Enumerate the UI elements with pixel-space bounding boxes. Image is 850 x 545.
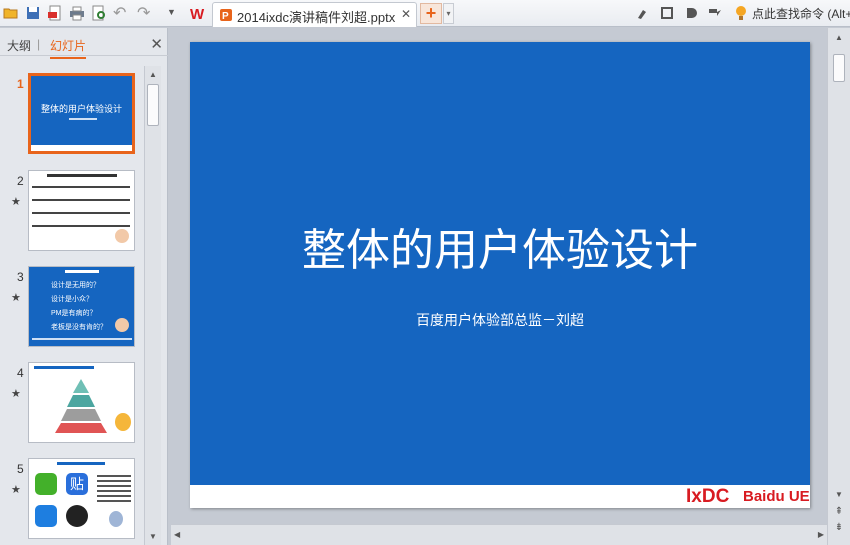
scrollbar-thumb[interactable] [833,54,845,82]
bubble-app-icon [66,505,88,527]
slide-footer: IxDC Baidu UE [190,485,810,508]
scroll-up-icon[interactable]: ▲ [145,70,161,79]
share-icon[interactable] [707,5,723,21]
svg-text:P: P [222,11,229,22]
slide-thumbnail-row-3[interactable]: 3 ★ 设计是无用的？ 设计是小众？ PM是有病的？ 老板是没有肯的？ [0,266,145,348]
slide-thumbnail-row-5[interactable]: 5 ★ 贴 [0,458,145,540]
thumbnail-footer [31,145,132,151]
tab-separator: | [37,37,41,51]
thumbnail-text: 设计是无用的？ [51,282,100,289]
thumbnail-title: 整体的用户体验设计 [40,104,122,114]
animation-star-icon: ★ [11,196,21,208]
scroll-up-icon[interactable]: ▲ [831,33,847,42]
current-slide[interactable]: 整体的用户体验设计 百度用户体验部总监－刘超 IxDC Baidu UE [190,42,810,508]
thumbnail-text-line [32,225,130,227]
pdf-export-icon[interactable] [47,5,63,21]
open-icon[interactable] [3,5,19,21]
slide-thumbnail[interactable] [28,362,135,443]
slide-thumbnail[interactable]: 整体的用户体验设计 [28,73,135,154]
thumbnail-text-line [32,199,130,201]
disk-icon[interactable] [683,5,699,21]
slide-number: 3 [17,270,24,284]
tab-slides[interactable]: 幻灯片 [50,37,87,59]
animation-star-icon: ★ [11,292,21,304]
close-tab-icon[interactable]: ✕ [401,7,411,21]
redo-icon[interactable]: ↷ [137,3,153,22]
cartoon-character-icon [115,229,129,243]
vertical-scrollbar[interactable]: ▲ ▼ ⇞ ⇟ [827,28,850,545]
document-tab[interactable]: P 2014ixdc演讲稿件刘超.pptx ✕ [212,2,417,27]
wechat-icon [35,473,57,495]
new-tab-dropdown-icon[interactable]: ▾ [443,3,454,24]
thumbnail-text: 设计是小众？ [51,296,93,303]
toolbar-dropdown-icon[interactable]: ▼ [167,7,183,23]
slide-subtitle[interactable]: 百度用户体验部总监－刘超 [190,310,810,330]
slide-thumbnail-row-2[interactable]: 2 ★ [0,170,145,252]
scroll-down-icon[interactable]: ▼ [831,490,847,499]
find-command-box[interactable]: 点此查找命令 (Alt+ [752,5,850,22]
slide-editor-canvas: 整体的用户体验设计 百度用户体验部总监－刘超 IxDC Baidu UE [171,28,827,524]
cloud-save-icon[interactable] [659,5,675,21]
pptx-file-icon: P [220,9,232,22]
close-panel-icon[interactable]: ✕ [150,35,163,53]
undo-icon[interactable]: ↶ [113,3,129,22]
slide-number: 2 [17,174,24,188]
thumbnail-text-line [32,186,130,188]
cartoon-character-icon [109,511,123,527]
thumbnail-heading-line [34,366,94,369]
document-tab-title: 2014ixdc演讲稿件刘超.pptx [237,10,396,25]
slide-number: 1 [17,77,24,91]
tieba-icon: 贴 [66,473,88,495]
pyramid-diagram [55,379,107,433]
quick-access-toolbar: ↶ ↷ ▼ W P 2014ixdc演讲稿件刘超.pptx ✕ + ▾ 点此查找… [0,0,850,27]
animation-star-icon: ★ [11,388,21,400]
save-icon[interactable] [25,5,41,21]
slide-title[interactable]: 整体的用户体验设计 [190,214,810,278]
scrollbar-thumb[interactable] [147,84,159,126]
panel-tabs: 大纲 | 幻灯片 ✕ [0,28,168,59]
animation-star-icon: ★ [11,484,21,496]
svg-text:W: W [190,6,205,21]
slide-thumbnail[interactable] [28,170,135,251]
thumbnail-text: PM是有病的？ [51,310,97,317]
slides-panel: 大纲 | 幻灯片 ✕ 1 整体的用户体验设计 2 ★ 3 ★ 设计是无用的？ 设… [0,28,168,545]
print-icon[interactable] [69,5,85,21]
slide-number: 4 [17,366,24,380]
scroll-left-icon[interactable]: ◀ [174,530,180,539]
tab-outline[interactable]: 大纲 [7,37,31,54]
thumbnail-heading-line [65,270,99,273]
thumbnail-text-block [97,475,131,503]
scroll-down-icon[interactable]: ▼ [145,532,161,541]
slide-number: 5 [17,462,24,476]
thumbnail-heading-line [57,462,105,465]
print-preview-icon[interactable] [91,5,107,21]
thumbnail-text-line [32,212,130,214]
slide-thumbnail-row-1[interactable]: 1 整体的用户体验设计 [0,73,145,155]
thumbnail-subtitle-line [69,118,97,120]
thumbnails-scrollbar[interactable]: ▲ ▼ [144,66,161,545]
thumbnail-heading-line [47,174,117,177]
scroll-right-icon[interactable]: ▶ [818,530,824,539]
ixdc-logo: IxDC [686,486,730,507]
thumbnail-footnote-line [32,338,132,340]
cartoon-character-icon [115,413,131,431]
horizontal-scrollbar[interactable]: ◀ ▶ [171,524,827,545]
brush-icon[interactable] [635,5,651,21]
chat-app-icon [35,505,57,527]
previous-slide-icon[interactable]: ⇞ [831,506,847,517]
cartoon-character-icon [115,318,129,332]
slide-thumbnail-row-4[interactable]: 4 ★ [0,362,145,444]
slide-thumbnail[interactable]: 贴 [28,458,135,539]
bulb-icon [736,6,746,20]
thumbnail-text: 老板是没有肯的？ [51,324,107,331]
baidu-ue-logo: Baidu UE [743,488,810,505]
wps-logo-icon[interactable]: W [190,5,206,21]
new-tab-button[interactable]: + [420,3,442,24]
next-slide-icon[interactable]: ⇟ [831,522,847,533]
slide-thumbnail[interactable]: 设计是无用的？ 设计是小众？ PM是有病的？ 老板是没有肯的？ [28,266,135,347]
